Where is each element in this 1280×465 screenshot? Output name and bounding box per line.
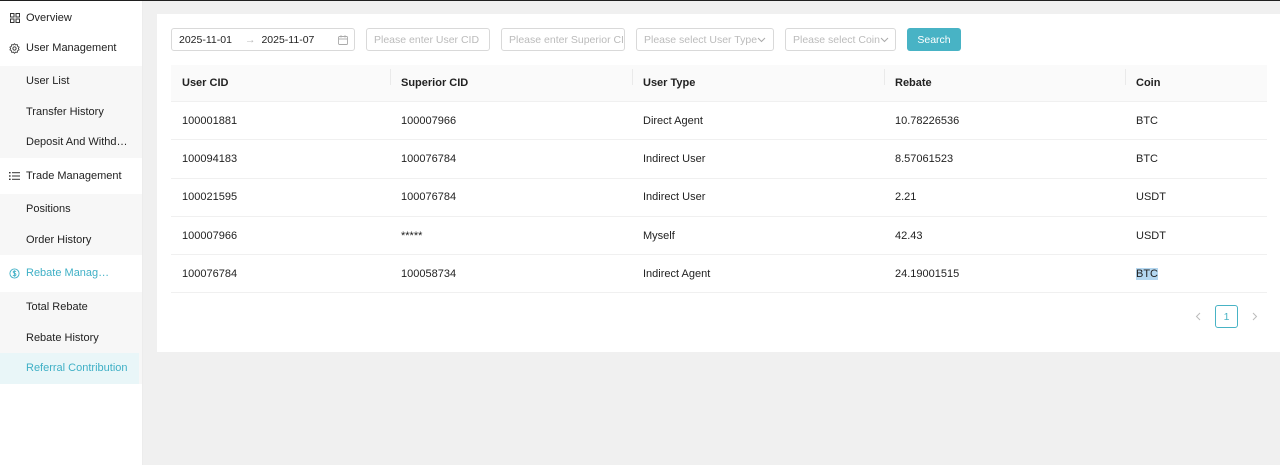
gear-icon [9, 42, 20, 54]
superior-cid-placeholder: Please enter Superior CID [509, 33, 625, 46]
cell-user-cid: 100007966 [182, 229, 238, 242]
sidebar-group-label: Rebate Management [26, 267, 114, 279]
cell-superior-cid: 100076784 [401, 152, 457, 165]
user-management-submenu: User List Transfer History Deposit And W… [0, 66, 142, 158]
sidebar-item-label: Overview [26, 12, 72, 24]
column-header-user-cid: User CID [182, 77, 229, 89]
sidebar-item-order-history[interactable]: Order History [0, 225, 142, 256]
table-row: 100001881 100007966 Direct Agent 10.7822… [171, 102, 1267, 141]
user-cid-input[interactable]: Please enter User CID [366, 28, 490, 51]
cell-user-type: Myself [643, 229, 675, 242]
dollar-circle-icon [9, 267, 20, 279]
cell-coin: USDT [1136, 229, 1166, 242]
pagination: 1 [1187, 305, 1266, 328]
table-row: 100007966 ***** Myself 42.43 USDT [171, 217, 1267, 256]
sidebar-group-label: Trade Management [26, 170, 122, 182]
column-header-rebate: Rebate [884, 69, 1125, 89]
table-row: 100021595 100076784 Indirect User 2.21 U… [171, 179, 1267, 217]
superior-cid-input[interactable]: Please enter Superior CID [501, 28, 625, 51]
coin-select[interactable]: Please select Coin [785, 28, 896, 51]
table-row: 100094183 100076784 Indirect User 8.5706… [171, 140, 1267, 179]
cell-rebate: 42.43 [895, 229, 923, 242]
cell-user-type: Indirect User [643, 152, 706, 165]
date-start[interactable]: 2025-11-01 [179, 34, 232, 46]
cell-superior-cid: 100058734 [401, 267, 457, 280]
chevron-right-icon[interactable] [1244, 306, 1266, 328]
sidebar-group-label: User Management [26, 42, 117, 54]
list-icon [9, 171, 20, 182]
sidebar-item-transfer-history[interactable]: Transfer History [0, 97, 142, 128]
sidebar-item-rebate-history[interactable]: Rebate History [0, 323, 142, 354]
chevron-down-icon [880, 37, 889, 43]
sidebar-group-user-management[interactable]: User Management [0, 36, 117, 60]
cell-user-cid: 100076784 [182, 267, 238, 280]
cell-rebate: 10.78226536 [895, 114, 960, 127]
chevron-down-icon [757, 37, 766, 43]
cell-rebate: 8.57061523 [895, 152, 954, 165]
coin-placeholder: Please select Coin [793, 33, 880, 46]
sidebar-item-user-list[interactable]: User List [0, 66, 142, 97]
user-type-select[interactable]: Please select User Type [636, 28, 774, 51]
chevron-left-icon[interactable] [1187, 306, 1209, 328]
column-header-user-type: User Type [632, 69, 884, 89]
cell-rebate: 2.21 [895, 191, 917, 204]
cell-superior-cid: 100007966 [401, 114, 457, 127]
cell-user-cid: 100021595 [182, 191, 238, 204]
search-button-label: Search [917, 33, 951, 46]
window-top-border [0, 0, 1280, 1]
sidebar: Overview User Management User List Trans… [0, 1, 143, 465]
cell-coin: BTC [1125, 267, 1267, 280]
main-panel: 2025-11-01 → 2025-11-07 Please enter Use… [157, 14, 1280, 352]
filter-bar: 2025-11-01 → 2025-11-07 Please enter Use… [171, 28, 961, 51]
cell-superior-cid: ***** [401, 229, 423, 242]
calendar-icon [338, 34, 348, 45]
column-header-coin: Coin [1125, 69, 1267, 89]
sidebar-item-overview[interactable]: Overview [0, 6, 72, 30]
sidebar-item-total-rebate[interactable]: Total Rebate [0, 292, 142, 323]
trade-management-submenu: Positions Order History [0, 194, 142, 255]
cell-coin: USDT [1136, 191, 1166, 204]
user-cid-placeholder: Please enter User CID [374, 33, 480, 46]
cell-user-type: Direct Agent [643, 114, 703, 127]
cell-user-type: Indirect User [643, 191, 706, 204]
sidebar-group-trade-management[interactable]: Trade Management [0, 164, 122, 188]
selected-text: BTC [1136, 267, 1158, 280]
rebate-management-submenu: Total Rebate Rebate History Referral Con… [0, 292, 142, 384]
cell-coin: BTC [1136, 114, 1158, 127]
column-header-superior-cid: Superior CID [390, 69, 632, 89]
sidebar-group-rebate-management[interactable]: Rebate Management [0, 261, 114, 285]
arrow-right-icon: → [244, 33, 256, 46]
sidebar-item-referral-contribution[interactable]: Referral Contribution [0, 353, 139, 384]
date-end[interactable]: 2025-11-07 [261, 34, 314, 46]
cell-superior-cid: 100076784 [401, 191, 457, 204]
cell-user-cid: 100001881 [182, 114, 238, 127]
cell-rebate: 24.19001515 [895, 267, 960, 280]
referral-table: User CID Superior CID User Type Rebate C… [171, 65, 1267, 294]
table-header: User CID Superior CID User Type Rebate C… [171, 65, 1267, 102]
table-row: 100076784 100058734 Indirect Agent 24.19… [171, 255, 1267, 294]
grid-icon [9, 13, 20, 24]
cell-user-cid: 100094183 [182, 152, 238, 165]
user-type-placeholder: Please select User Type [644, 33, 758, 46]
sidebar-item-deposit-withdrawal[interactable]: Deposit And Withdrawal [0, 127, 142, 158]
page-number-button[interactable]: 1 [1215, 305, 1238, 328]
cell-coin: BTC [1136, 152, 1158, 165]
search-button[interactable]: Search [907, 28, 961, 51]
date-range-picker[interactable]: 2025-11-01 → 2025-11-07 [171, 28, 355, 51]
sidebar-item-positions[interactable]: Positions [0, 194, 142, 225]
cell-user-type: Indirect Agent [643, 267, 711, 280]
